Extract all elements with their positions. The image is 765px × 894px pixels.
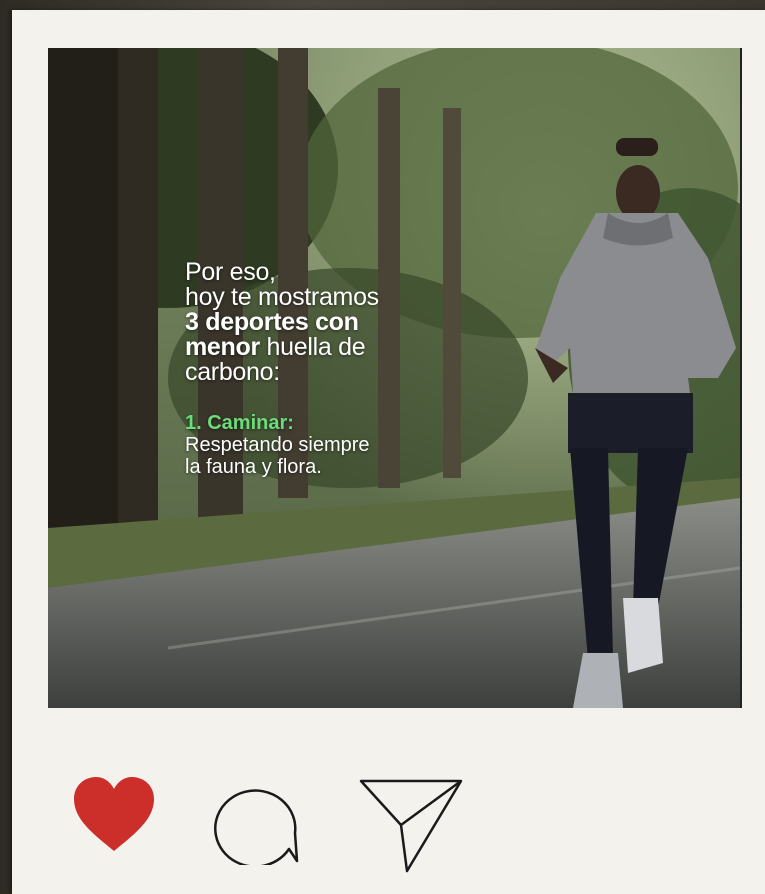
heart-icon[interactable] — [72, 775, 156, 855]
post-image: Por eso, hoy te mostramos 3 deportes con… — [48, 48, 742, 708]
overlay-line-highlight: 3 deportes con — [185, 308, 359, 336]
item-title: 1. Caminar: — [185, 412, 294, 434]
overlay-line: menor huella de — [185, 335, 515, 360]
post-card: Por eso, hoy te mostramos 3 deportes con… — [12, 10, 765, 894]
overlay-line: hoy te mostramos — [185, 283, 379, 311]
comment-icon[interactable] — [209, 779, 303, 865]
overlay-line: carbono: — [185, 358, 280, 386]
overlay-rest: huella de — [259, 333, 366, 361]
overlay-line: Por eso, — [185, 258, 276, 286]
post-overlay-text: Por eso, hoy te mostramos 3 deportes con… — [185, 258, 515, 479]
post-actions — [72, 775, 492, 875]
send-icon[interactable] — [357, 775, 465, 875]
item-description: Respetando siempre — [185, 434, 370, 456]
overlay-bold-word: menor — [185, 333, 260, 361]
item-description: la fauna y flora. — [185, 456, 322, 478]
